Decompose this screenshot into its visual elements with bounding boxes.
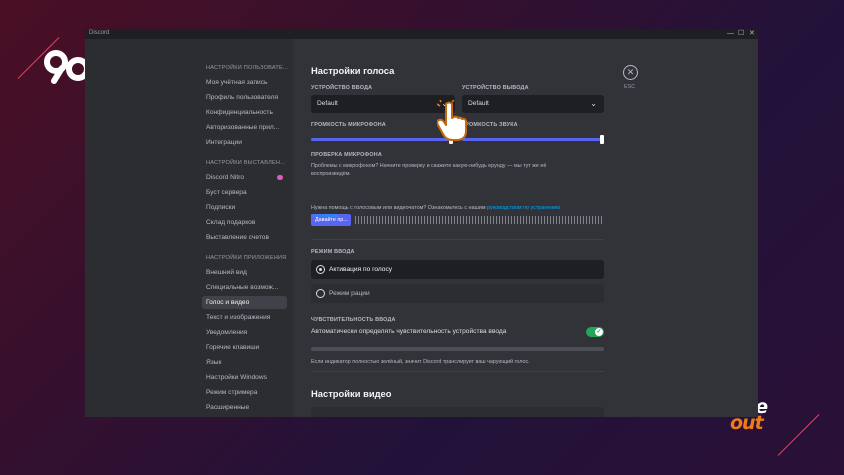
sensitivity-bar [311,347,604,351]
input-mode-voice-activity[interactable]: Активация по голосу [311,260,604,279]
output-device-label: УСТРОЙСТВО ВЫВОДА [462,85,529,91]
sidebar-item-nitro[interactable]: Discord Nitro [202,171,287,184]
close-settings-button[interactable]: ✕ [623,65,638,80]
mic-volume-slider[interactable] [311,138,453,141]
input-mode-ptt-label: Режим рации [329,290,370,297]
sidebar-item-voice-video[interactable]: Голос и видео [202,296,287,309]
hand-cursor-icon [437,100,467,141]
auto-sensitivity-text: Автоматически определять чувствительност… [311,328,507,335]
sound-volume-slider[interactable] [462,138,604,141]
sidebar-item-text-images[interactable]: Текст и изображения [202,311,287,324]
sidebar-item-gift-inventory[interactable]: Склад подарков [202,216,287,229]
divider [311,371,604,372]
input-mode-push-to-talk[interactable]: Режим рации [311,284,604,303]
sidebar-item-integrations[interactable]: Интеграции [202,136,287,149]
input-mode-voice-label: Активация по голосу [329,266,393,273]
input-device-label: УСТРОЙСТВО ВВОДА [311,85,373,91]
sidebar-item-advanced[interactable]: Расширенные [202,401,287,414]
video-settings-title: Настройки видео [311,388,392,399]
title-bar: Discord — ☐ ✕ [85,29,758,39]
help-text-body: Нужна помощь с голосовым или видеочатом?… [311,205,486,211]
radio-unselected-icon [316,289,325,298]
help-text-line-2: неполадок. [311,212,339,220]
input-device-select[interactable]: Default ⌄ [311,95,455,113]
sound-volume-handle[interactable] [600,135,604,144]
maximize-icon[interactable]: ☐ [738,29,744,39]
nitro-icon [277,175,283,180]
sidebar-item-my-account[interactable]: Моя учётная запись [202,76,287,89]
close-window-icon[interactable]: ✕ [749,29,755,39]
sidebar-item-streamer-mode[interactable]: Режим стримера [202,386,287,399]
check-icon: ✓ [595,328,603,336]
sidebar-item-windows-settings[interactable]: Настройки Windows [202,371,287,384]
settings-sidebar: НАСТРОЙКИ ПОЛЬЗОВАТЕ... Моя учётная запи… [85,39,293,417]
sidebar-item-accessibility[interactable]: Специальные возмож... [202,281,287,294]
esc-label: ESC [624,84,636,90]
sidebar-item-profile[interactable]: Профиль пользователя [202,91,287,104]
voice-settings-title: Настройки голоса [311,65,395,76]
sidebar-section-header: НАСТРОЙКИ ВЫСТАВЛЕН... [206,160,286,166]
mic-volume-label: ГРОМКОСТЬ МИКРОФОНА [311,122,386,128]
window-title: Discord [89,30,110,36]
sidebar-item-appearance[interactable]: Внешний вид [202,266,287,279]
sidebar-item-server-boost[interactable]: Буст сервера [202,186,287,199]
radio-selected-icon [316,265,325,274]
sidebar-item-privacy[interactable]: Конфиденциальность [202,106,287,119]
auto-sensitivity-toggle[interactable]: ✓ [586,327,604,337]
mic-level-meter [355,216,602,224]
sidebar-item-subscriptions[interactable]: Подписки [202,201,287,214]
sensitivity-note: Если индикатор полностью зелёный, значит… [311,359,530,365]
settings-content: Настройки голоса УСТРОЙСТВО ВВОДА УСТРОЙ… [293,39,758,417]
troubleshooting-link-2[interactable]: неполадок [311,213,337,219]
help-text-end: . [337,213,339,219]
mic-test-label: ПРОВЕРКА МИКРОФОНА [311,152,382,158]
sidebar-section-header: НАСТРОЙКИ ПРИЛОЖЕНИЯ [206,255,287,261]
sidebar-item-notifications[interactable]: Уведомления [202,326,287,339]
sensitivity-label: ЧУВСТВИТЕЛЬНОСТЬ ВВОДА [311,317,396,323]
sidebar-section-header: НАСТРОЙКИ ПОЛЬЗОВАТЕ... [206,65,289,71]
help-text: Нужна помощь с голосовым или видеочатом?… [311,204,560,212]
sidebar-item-keybinds[interactable]: Горячие клавиши [202,341,287,354]
video-preview-box [311,407,604,417]
mic-test-description: Проблемы с микрофоном? Начните проверку … [311,163,547,169]
sidebar-item-authorized-apps[interactable]: Авторизованные прил... [202,121,287,134]
divider [311,239,604,240]
chevron-down-icon: ⌄ [590,99,597,108]
sidebar-item-billing[interactable]: Выставление счетов [202,231,287,244]
mic-test-description-2: воспроизведём. [311,171,351,177]
minimize-icon[interactable]: — [727,29,734,39]
input-device-value: Default [317,100,338,107]
troubleshooting-link[interactable]: руководством по устранению [487,205,560,211]
sidebar-item-label: Discord Nitro [206,174,245,181]
discord-window: Discord — ☐ ✕ НАСТРОЙКИ ПОЛЬЗОВАТЕ... Мо… [85,29,758,417]
sidebar-item-language[interactable]: Язык [202,356,287,369]
output-device-select[interactable]: Default ⌄ [462,95,604,113]
input-mode-label: РЕЖИМ ВВОДА [311,249,355,255]
